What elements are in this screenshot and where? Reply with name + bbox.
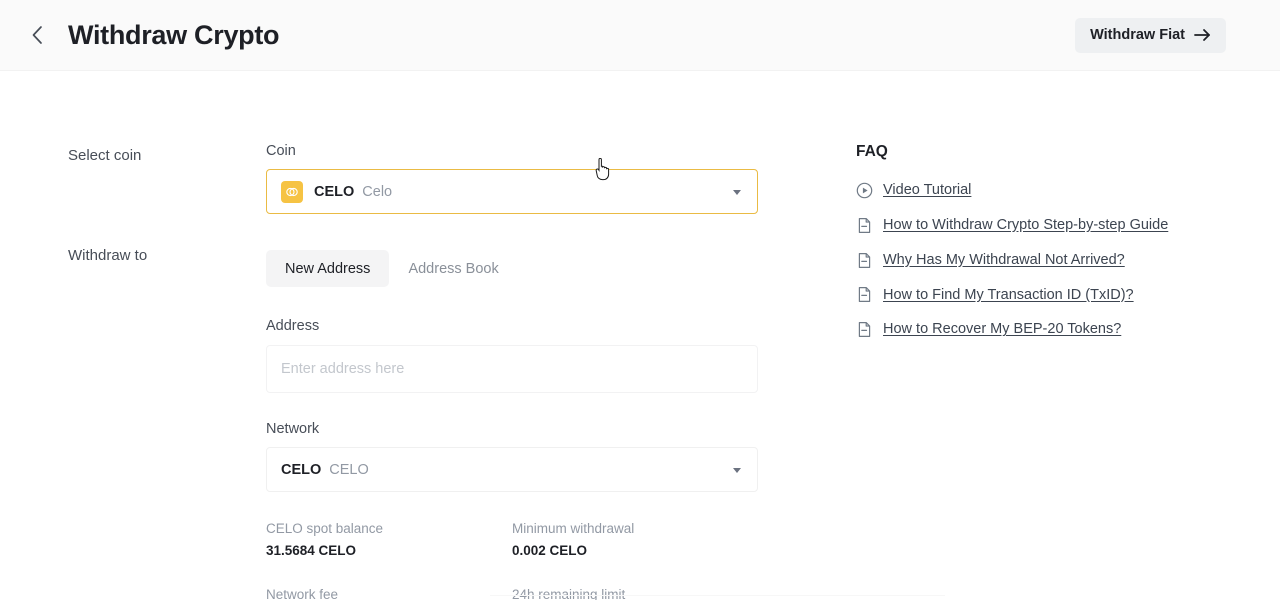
stat-value: 0.002 CELO <box>512 543 588 559</box>
stat-label: Network fee <box>266 586 339 600</box>
stat-label: CELO spot balance <box>266 521 384 537</box>
tab-new-address[interactable]: New Address <box>266 250 390 288</box>
stat-network-fee: Network fee 0.001 CELO <box>266 585 512 600</box>
select-coin-label: Select coin <box>68 147 142 164</box>
arrow-right-icon <box>1194 28 1211 42</box>
stat-value: 31.5684 CELO <box>266 543 357 559</box>
faq-item-video-tutorial[interactable]: Video Tutorial <box>856 181 1236 200</box>
document-icon <box>856 217 873 234</box>
page-title: Withdraw Crypto <box>68 19 280 50</box>
bottom-divider <box>490 595 945 596</box>
tab-address-book[interactable]: Address Book <box>389 250 517 287</box>
withdrawal-stats: CELO spot balance 31.5684 CELO Minimum w… <box>266 519 758 600</box>
stat-24h-remaining-limit: 24h remaining limit 8000000 BUSD/8000000… <box>512 585 758 600</box>
faq-item-label: How to Find My Transaction ID (TxID)? <box>883 286 1134 303</box>
network-block: Network CELO CELO <box>266 420 758 493</box>
faq-item-label: How to Recover My BEP-20 Tokens? <box>883 321 1122 338</box>
coin-select[interactable]: CELO Celo <box>266 169 758 215</box>
withdraw-form: Coin CELO Celo New Address Address Book <box>266 143 758 600</box>
address-input[interactable] <box>266 344 758 393</box>
faq-item-withdrawal-not-arrived[interactable]: Why Has My Withdrawal Not Arrived? <box>856 251 1236 270</box>
faq-title: FAQ <box>856 143 888 160</box>
network-field-label: Network <box>266 420 320 437</box>
withdraw-to-tabs: New Address Address Book <box>266 250 758 288</box>
chevron-down-icon <box>733 467 741 473</box>
page-body: Select coin Withdraw to Coin CELO Celo N… <box>0 71 1280 600</box>
stat-minimum-withdrawal: Minimum withdrawal 0.002 CELO <box>512 519 758 562</box>
coin-symbol: CELO <box>314 183 355 200</box>
coin-name: Celo <box>362 183 393 200</box>
network-name: CELO <box>329 461 369 478</box>
withdraw-fiat-label: Withdraw Fiat <box>1090 27 1185 43</box>
page-header: Withdraw Crypto Withdraw Fiat <box>0 0 1280 71</box>
faq-panel: FAQ Video Tutorial How to Withdraw Crypt… <box>856 143 1236 355</box>
network-symbol: CELO <box>281 461 322 478</box>
document-icon <box>856 286 873 303</box>
faq-item-label: How to Withdraw Crypto Step-by-step Guid… <box>883 216 1169 233</box>
stat-label: 24h remaining limit <box>512 586 626 600</box>
chevron-left-icon <box>29 23 45 47</box>
stat-label: Minimum withdrawal <box>512 521 635 537</box>
back-button[interactable] <box>20 18 54 52</box>
document-icon <box>856 321 873 338</box>
address-field-label: Address <box>266 318 320 335</box>
faq-item-label: Video Tutorial <box>883 182 972 198</box>
tab-new-address-label: New Address <box>285 260 371 277</box>
document-icon <box>856 252 873 269</box>
coin-field-label: Coin <box>266 143 296 159</box>
stat-spot-balance: CELO spot balance 31.5684 CELO <box>266 519 512 562</box>
tab-address-book-label: Address Book <box>408 260 499 277</box>
faq-item-find-transaction-id[interactable]: How to Find My Transaction ID (TxID)? <box>856 286 1236 305</box>
chevron-down-icon <box>733 189 741 195</box>
faq-item-withdraw-guide[interactable]: How to Withdraw Crypto Step-by-step Guid… <box>856 216 1236 235</box>
celo-coin-icon <box>281 180 303 203</box>
faq-item-recover-bep20-tokens[interactable]: How to Recover My BEP-20 Tokens? <box>856 320 1236 339</box>
faq-item-label: Why Has My Withdrawal Not Arrived? <box>883 251 1125 268</box>
address-block: Address <box>266 318 758 393</box>
withdraw-fiat-button[interactable]: Withdraw Fiat <box>1075 17 1226 53</box>
withdraw-to-label: Withdraw to <box>68 247 148 264</box>
network-select[interactable]: CELO CELO <box>266 447 758 493</box>
play-circle-icon <box>856 182 873 199</box>
